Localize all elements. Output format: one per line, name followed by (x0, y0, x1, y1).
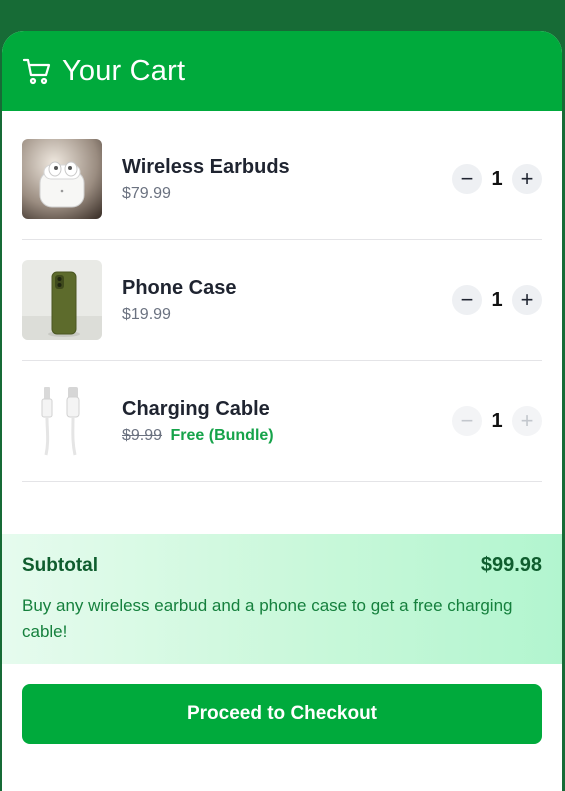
quantity-value: 1 (491, 409, 503, 432)
cart-item-wireless-earbuds: Wireless Earbuds $79.99 − 1 + (22, 119, 542, 240)
checkout-button[interactable]: Proceed to Checkout (22, 684, 542, 744)
decrease-quantity-button[interactable]: − (452, 406, 482, 436)
cart-item-phone-case: Phone Case $19.99 − 1 + (22, 240, 542, 361)
cart-items: Wireless Earbuds $79.99 − 1 + Phone Case… (2, 119, 562, 482)
cart-item-charging-cable: Charging Cable $9.99 Free (Bundle) − 1 + (22, 361, 542, 482)
quantity-value: 1 (491, 288, 503, 311)
subtotal-label: Subtotal (22, 554, 98, 576)
cart-icon (22, 56, 52, 86)
original-price: $9.99 (122, 426, 163, 444)
subtotal-value: $99.98 (480, 554, 542, 576)
item-info: Wireless Earbuds $79.99 (122, 156, 452, 203)
cart-title: Your Cart (62, 54, 186, 87)
cable-image (22, 381, 102, 461)
item-info: Phone Case $19.99 (122, 277, 452, 324)
item-price: $79.99 (122, 184, 171, 202)
item-name: Phone Case (122, 276, 237, 299)
phone-case-image (22, 260, 102, 340)
free-bundle-label: Free (Bundle) (170, 426, 274, 444)
decrease-quantity-button[interactable]: − (452, 164, 482, 194)
increase-quantity-button[interactable]: + (512, 285, 542, 315)
quantity-stepper: − 1 + (452, 285, 542, 315)
item-name: Charging Cable (122, 397, 270, 420)
cart-summary: Subtotal $99.98 Buy any wireless earbud … (2, 534, 562, 664)
item-name: Wireless Earbuds (122, 155, 290, 178)
item-price: $9.99 Free (Bundle) (122, 427, 452, 445)
item-price: $19.99 (122, 305, 171, 323)
increase-quantity-button[interactable]: + (512, 164, 542, 194)
increase-quantity-button[interactable]: + (512, 406, 542, 436)
promo-message: Buy any wireless earbud and a phone case… (22, 596, 513, 641)
item-info: Charging Cable $9.99 Free (Bundle) (122, 398, 452, 445)
quantity-value: 1 (491, 167, 503, 190)
decrease-quantity-button[interactable]: − (452, 285, 482, 315)
quantity-stepper: − 1 + (452, 406, 542, 436)
cart-header: Your Cart (2, 31, 562, 111)
earbuds-image (22, 139, 102, 219)
cart-card: Your Cart Wireless Earbuds $79.99 − 1 + … (2, 31, 562, 791)
subtotal-row: Subtotal $99.98 (22, 554, 542, 577)
quantity-stepper: − 1 + (452, 164, 542, 194)
